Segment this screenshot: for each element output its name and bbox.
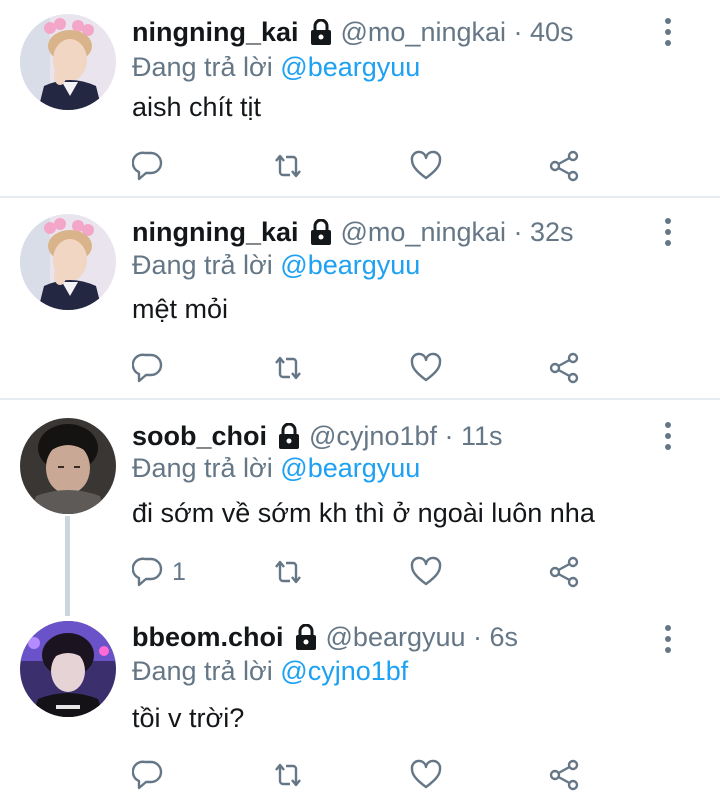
reply-to-handle[interactable]: @cyjno1bf: [280, 656, 408, 686]
more-options-icon[interactable]: [656, 418, 680, 454]
lock-icon: [277, 422, 301, 449]
retweet-icon: [275, 560, 301, 584]
reply-to-handle[interactable]: @beargyuu: [280, 250, 420, 280]
tweet-text: tồi v trời?: [132, 703, 245, 733]
like-icon: [410, 150, 442, 180]
reply-to-handle[interactable]: @beargyuu: [280, 52, 420, 82]
tweet-header: soob_choi @cyjno1bf · 11s: [132, 418, 503, 454]
avatar[interactable]: [20, 621, 116, 717]
tweet-text: aish chít tịt: [132, 92, 262, 122]
tweet-text: đi sớm về sớm kh thì ở ngoài luôn nha: [132, 498, 595, 528]
share-icon: [549, 759, 579, 791]
tweet[interactable]: ningning_kai @mo_ningkai · 32s Đang trả …: [0, 198, 720, 400]
tweet-header: ningning_kai @mo_ningkai · 32s: [132, 214, 574, 250]
share-icon: [549, 150, 579, 182]
share-button[interactable]: [548, 552, 580, 592]
share-button[interactable]: [548, 348, 580, 388]
tweet[interactable]: bbeom.choi @beargyuu · 6s Đang trả lời @…: [0, 605, 720, 803]
retweet-icon: [275, 763, 301, 787]
display-name[interactable]: ningning_kai: [132, 17, 299, 48]
reply-to-handle[interactable]: @beargyuu: [280, 453, 420, 483]
lock-icon: [294, 623, 318, 650]
retweet-button[interactable]: [272, 348, 304, 388]
share-button[interactable]: [548, 146, 580, 186]
reply-icon: [132, 557, 163, 587]
reply-count: 1: [172, 557, 186, 586]
handle-and-time: @mo_ningkai · 40s: [340, 16, 574, 47]
reply-icon: [132, 760, 163, 790]
replying-to: Đang trả lời @beargyuu: [132, 250, 420, 281]
tweet-actions: [0, 755, 720, 795]
tweet-actions: [0, 146, 720, 186]
lock-icon: [309, 218, 333, 245]
display-name[interactable]: bbeom.choi: [132, 622, 284, 653]
retweet-button[interactable]: [272, 146, 304, 186]
like-icon: [410, 556, 442, 586]
like-button[interactable]: [410, 755, 442, 795]
reply-icon: [132, 151, 163, 181]
replying-to: Đang trả lời @beargyuu: [132, 52, 420, 83]
handle-and-time: @beargyuu · 6s: [325, 621, 519, 652]
more-options-icon[interactable]: [656, 214, 680, 250]
replying-to: Đang trả lời @beargyuu: [132, 453, 420, 484]
display-name[interactable]: soob_choi: [132, 421, 267, 452]
like-button[interactable]: [410, 552, 442, 592]
like-button[interactable]: [410, 348, 442, 388]
replying-to-label: Đang trả lời: [132, 52, 273, 82]
reply-button[interactable]: [132, 755, 172, 795]
tweet-feed: ningning_kai @mo_ningkai · 40s Đang trả …: [0, 0, 720, 803]
like-icon: [410, 352, 442, 382]
replying-to: Đang trả lời @cyjno1bf: [132, 656, 408, 687]
handle-and-time: @cyjno1bf · 11s: [309, 420, 503, 451]
tweet-header: ningning_kai @mo_ningkai · 40s: [132, 14, 574, 50]
retweet-icon: [275, 356, 301, 380]
replying-to-label: Đang trả lời: [132, 453, 273, 483]
lock-icon: [309, 18, 333, 45]
tweet-actions: [0, 348, 720, 388]
tweet[interactable]: ningning_kai @mo_ningkai · 40s Đang trả …: [0, 0, 720, 198]
avatar[interactable]: [20, 214, 116, 310]
replying-to-label: Đang trả lời: [132, 250, 273, 280]
more-options-icon[interactable]: [656, 14, 680, 50]
like-icon: [410, 759, 442, 789]
share-icon: [549, 352, 579, 384]
share-icon: [549, 556, 579, 588]
tweet-text: mệt mỏi: [132, 294, 229, 324]
handle-and-time: @mo_ningkai · 32s: [340, 216, 574, 247]
retweet-icon: [275, 154, 301, 178]
avatar[interactable]: [20, 418, 116, 514]
tweet[interactable]: soob_choi @cyjno1bf · 11s Đang trả lời @…: [0, 400, 720, 605]
retweet-button[interactable]: [272, 552, 304, 592]
more-options-icon[interactable]: [656, 621, 680, 657]
reply-icon: [132, 353, 163, 383]
reply-button[interactable]: [132, 146, 172, 186]
like-button[interactable]: [410, 146, 442, 186]
display-name[interactable]: ningning_kai: [132, 217, 299, 248]
reply-button[interactable]: [132, 348, 172, 388]
retweet-button[interactable]: [272, 755, 304, 795]
avatar[interactable]: [20, 14, 116, 110]
reply-button[interactable]: 1: [132, 552, 186, 592]
tweet-header: bbeom.choi @beargyuu · 6s: [132, 619, 518, 655]
tweet-actions: 1: [0, 552, 720, 592]
share-button[interactable]: [548, 755, 580, 795]
replying-to-label: Đang trả lời: [132, 656, 273, 686]
